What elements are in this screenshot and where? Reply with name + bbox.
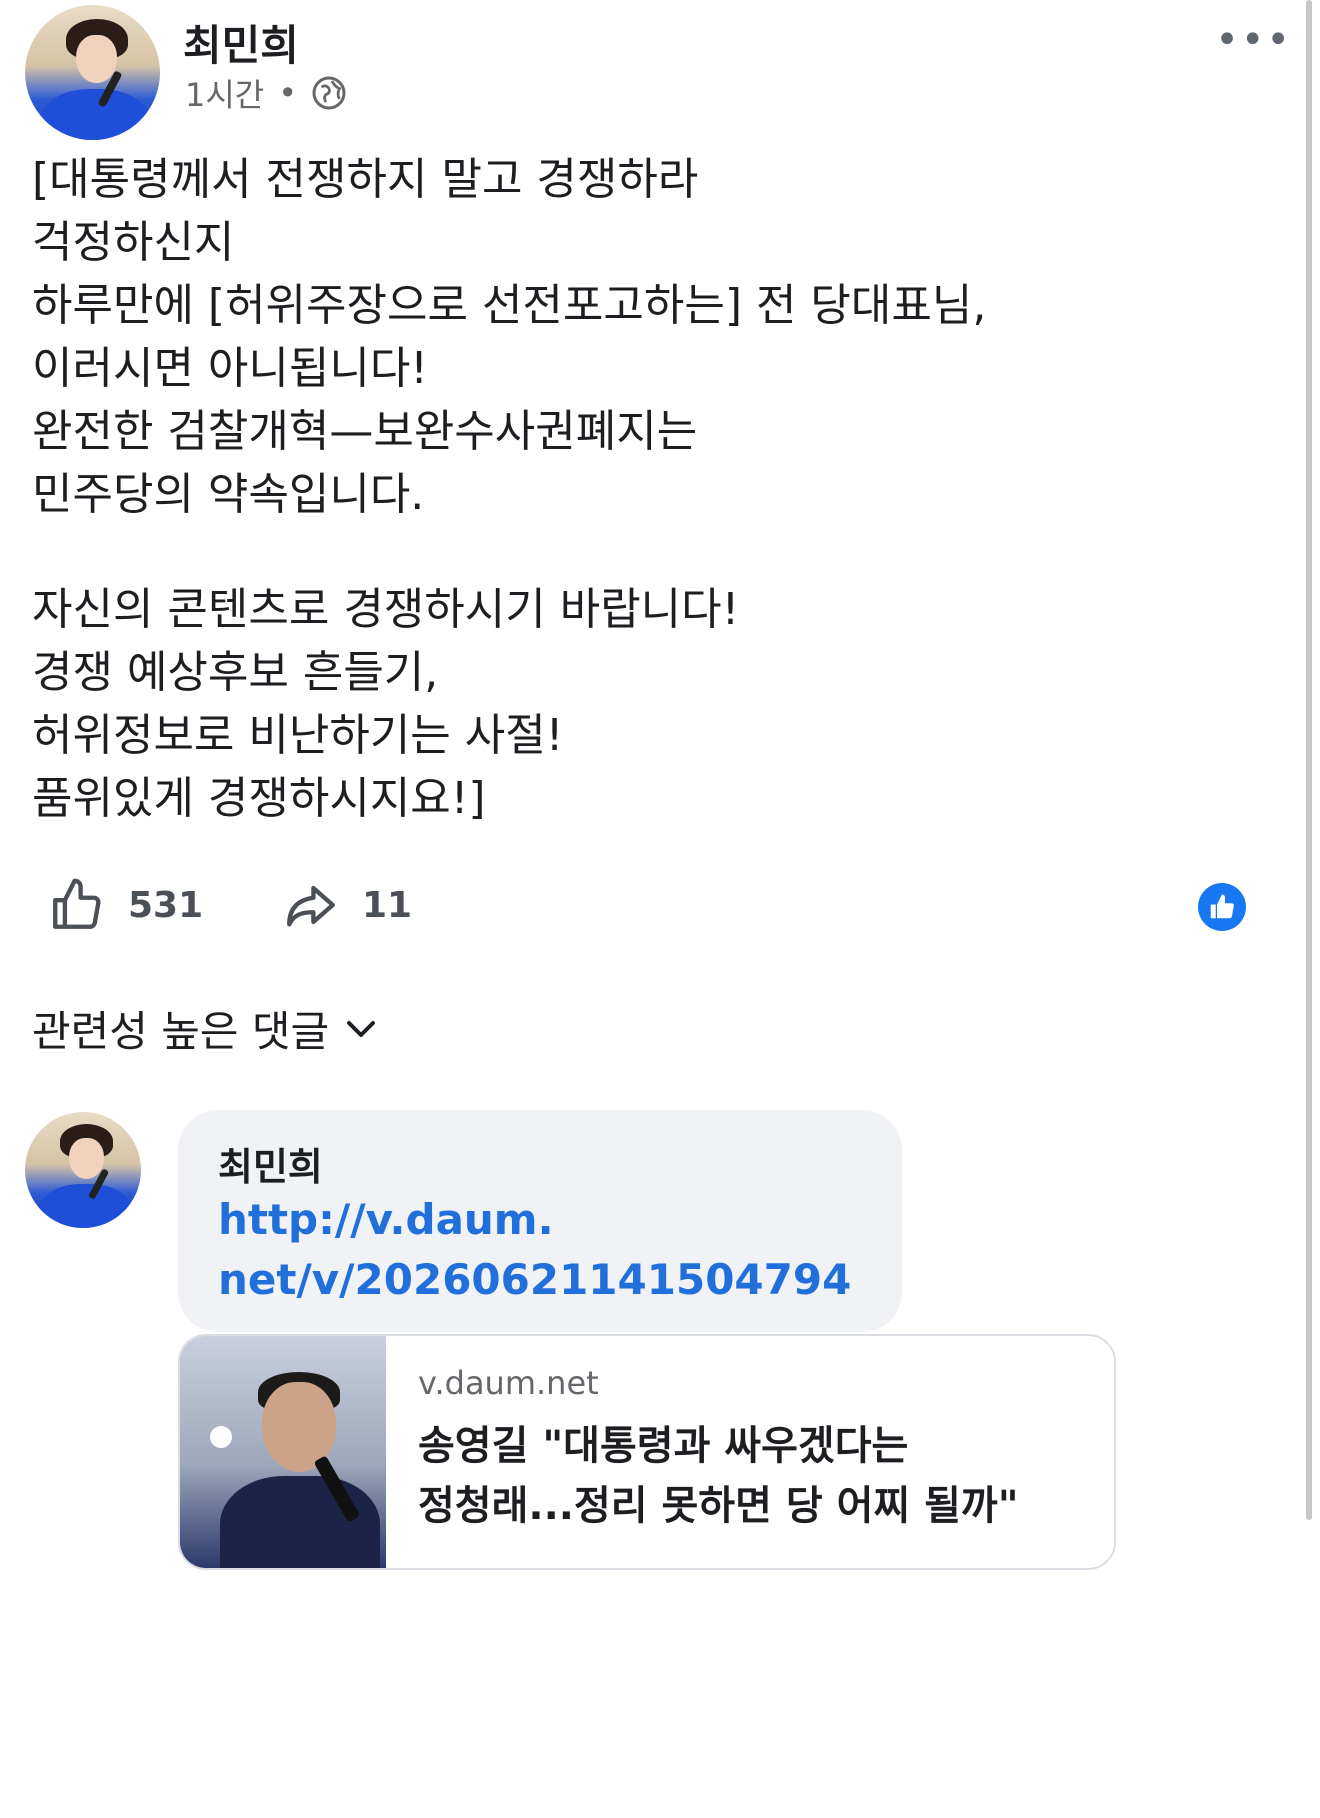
chevron-down-icon [347, 1020, 376, 1037]
post-line: [대통령께서 전쟁하지 말고 경쟁하라 [32, 154, 699, 205]
like-count: 531 [128, 884, 204, 926]
comment-link-line[interactable]: http://v.daum. [218, 1190, 851, 1250]
link-preview-title-line: 송영길 "대통령과 싸우겠다는 [418, 1423, 909, 1469]
thumbs-up-icon [53, 878, 101, 929]
link-preview-thumbnail [180, 1336, 386, 1568]
post-line: 품위있게 경쟁하시지요!] [32, 773, 486, 824]
comment-author[interactable]: 최민희 [218, 1136, 323, 1191]
post-line: 이러시면 아니됩니다! [32, 343, 428, 394]
like-badge-icon[interactable] [1198, 883, 1246, 931]
scrollbar[interactable] [1306, 0, 1312, 1520]
more-options-button[interactable]: ••• [1215, 20, 1292, 60]
comment-sort-label: 관련성 높은 댓글 [32, 1007, 330, 1056]
share-button[interactable]: 11 [282, 876, 412, 934]
post-line: 경쟁 예상후보 흔들기, [32, 647, 439, 698]
meta-separator: • [278, 74, 298, 112]
comment-link-line[interactable]: net/v/20260621141504794 [218, 1250, 851, 1310]
share-arrow-icon [287, 885, 335, 927]
post-line: 허위정보로 비난하기는 사절! [32, 710, 564, 761]
post-line: 걱정하신지 [32, 217, 235, 268]
link-preview-title-line: 정청래...정리 못하면 당 어찌 될까" [418, 1483, 1019, 1529]
thumbs-up-icon [1210, 894, 1234, 919]
post-line: 자신의 콘텐츠로 경쟁하시기 바랍니다! [32, 584, 740, 635]
like-button[interactable]: 531 [48, 876, 203, 934]
author-name[interactable]: 최민희 [183, 12, 299, 73]
link-preview-title: 송영길 "대통령과 싸우겠다는 정청래...정리 못하면 당 어찌 될까" [418, 1416, 1019, 1536]
post-line: 완전한 검찰개혁—보완수사권폐지는 [32, 406, 698, 457]
post-line: 민주당의 약속입니다. [32, 469, 425, 520]
post-line: 하루만에 [허위주장으로 선전포고하는] 전 당대표님, [32, 280, 987, 331]
post-text: [대통령께서 전쟁하지 말고 경쟁하라 걱정하신지 하루만에 [허위주장으로 선… [32, 148, 1272, 830]
comment-link[interactable]: http://v.daum. net/v/20260621141504794 [218, 1190, 851, 1310]
comment-bubble: 최민희 http://v.daum. net/v/202606211415047… [178, 1110, 902, 1332]
post-meta: 1시간 • [185, 70, 347, 116]
share-count: 11 [362, 884, 413, 926]
link-preview-domain: v.daum.net [418, 1364, 599, 1402]
comment-sort-dropdown[interactable]: 관련성 높은 댓글 [32, 998, 379, 1059]
globe-icon [312, 76, 346, 110]
post-time[interactable]: 1시간 [185, 70, 264, 116]
commenter-avatar[interactable] [25, 1112, 141, 1228]
author-avatar[interactable] [25, 5, 160, 140]
link-preview-card[interactable]: v.daum.net 송영길 "대통령과 싸우겠다는 정청래...정리 못하면 … [178, 1334, 1116, 1570]
